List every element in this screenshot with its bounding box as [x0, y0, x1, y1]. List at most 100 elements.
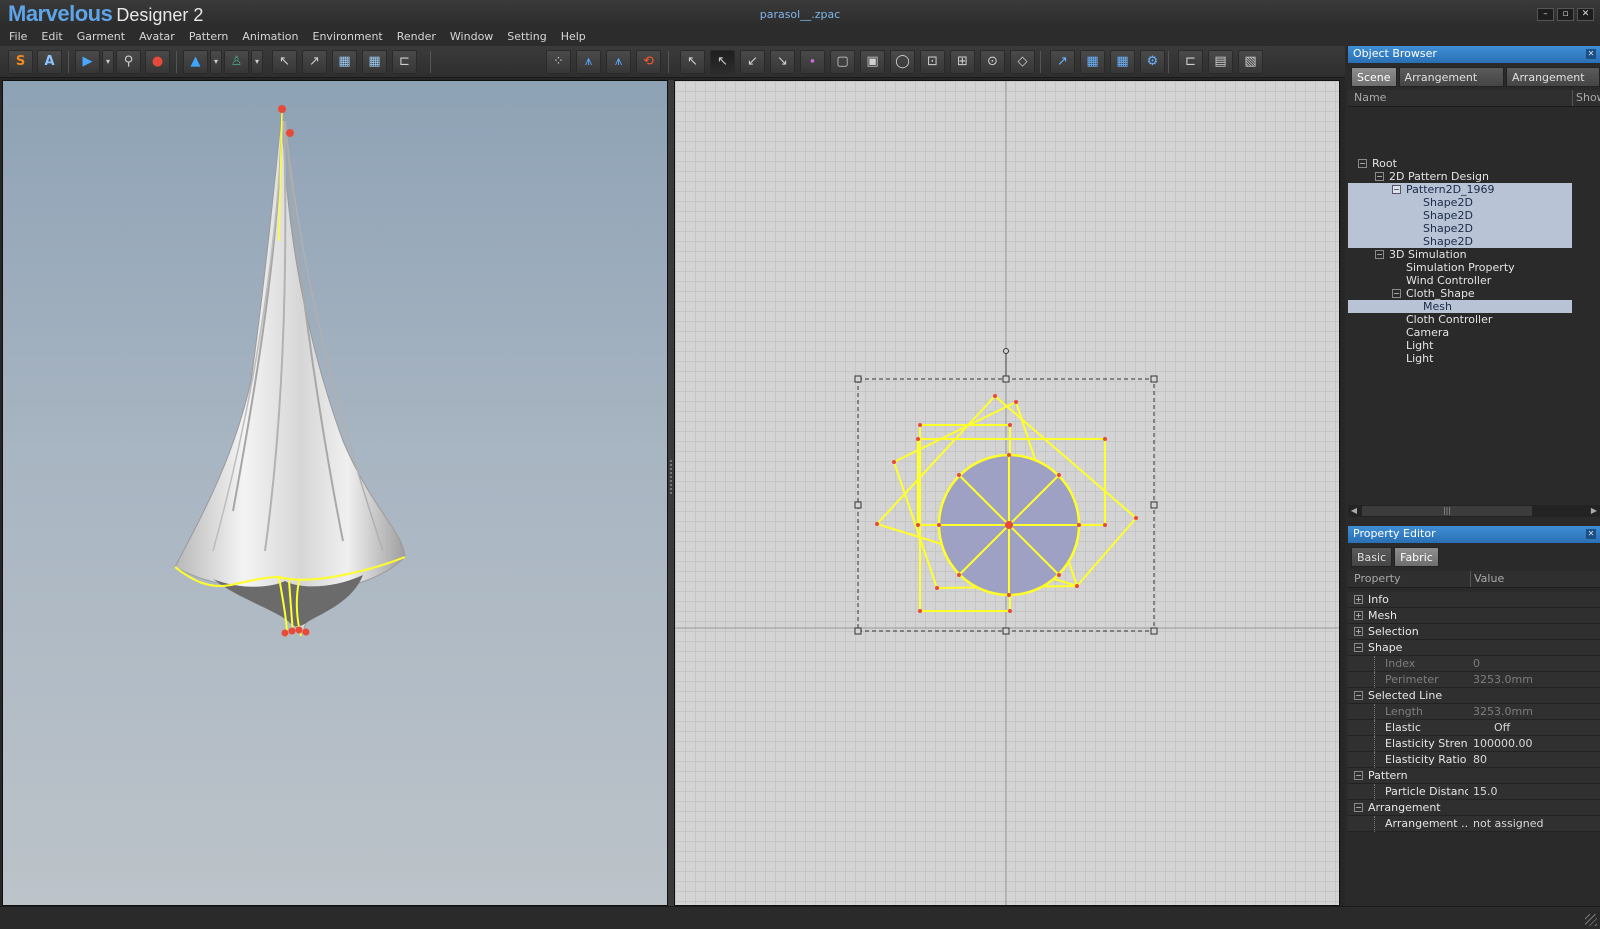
tree-toggle-icon[interactable]: − — [1392, 289, 1401, 298]
expand-toggle-icon[interactable]: − — [1354, 691, 1363, 700]
expand-toggle-icon[interactable]: − — [1354, 771, 1363, 780]
menu-edit[interactable]: Edit — [41, 28, 62, 46]
menu-avatar[interactable]: Avatar — [139, 28, 175, 46]
property-group[interactable]: − Shape — [1348, 640, 1600, 656]
tree-node[interactable]: − Pattern2D_1969 — [1348, 183, 1572, 196]
animation-mode-button[interactable]: A — [37, 50, 62, 74]
record-icon[interactable]: ● — [145, 50, 170, 74]
menu-animation[interactable]: Animation — [242, 28, 298, 46]
chevron-down-icon[interactable]: ▾ — [251, 50, 263, 74]
tree-node[interactable]: Shape2D — [1348, 209, 1572, 222]
tack-icon[interactable]: ⚙ — [1140, 50, 1165, 74]
tree-node[interactable]: Light — [1348, 352, 1572, 365]
edit-sewing-icon[interactable]: ▦ — [1110, 50, 1135, 74]
tab-fabric[interactable]: Fabric — [1394, 547, 1439, 567]
edit-curvature-icon[interactable]: ↙ — [740, 50, 765, 74]
expand-toggle-icon[interactable]: + — [1354, 611, 1363, 620]
tree-toggle-icon[interactable]: − — [1392, 185, 1401, 194]
fold-arrange-icon[interactable]: ▦ — [362, 50, 387, 74]
splitter-grip[interactable] — [670, 460, 672, 496]
column-property[interactable]: Property — [1354, 571, 1401, 587]
tree-node[interactable]: Shape2D — [1348, 235, 1572, 248]
expand-toggle-icon[interactable]: − — [1354, 803, 1363, 812]
texture-icon[interactable]: ▧ — [1238, 50, 1263, 74]
select-move-icon[interactable]: ↖ — [272, 50, 297, 74]
property-row[interactable]: Elasticity Stren...100000.00 — [1348, 736, 1600, 752]
tree-toggle-icon[interactable]: − — [1375, 250, 1384, 259]
property-group[interactable]: + Mesh — [1348, 608, 1600, 624]
rectangle-icon[interactable]: ▣ — [860, 50, 885, 74]
pin-2d-icon[interactable]: ⊏ — [1178, 50, 1203, 74]
viewport-2d-pattern[interactable] — [674, 80, 1340, 906]
property-row[interactable]: Perimeter 3253.0mm — [1348, 672, 1600, 688]
edit-pattern-icon[interactable]: ↖ — [710, 50, 735, 74]
add-point-icon[interactable]: ∙ — [800, 50, 825, 74]
reset-icon[interactable]: ⟲ — [636, 50, 661, 74]
tree-node[interactable]: Mesh — [1348, 300, 1572, 313]
free-sewing-icon[interactable]: ▦ — [1080, 50, 1105, 74]
scroll-right-icon[interactable]: ▶ — [1588, 505, 1600, 517]
tree-node[interactable]: −3D Simulation — [1348, 248, 1572, 261]
tree-node[interactable]: Simulation Property — [1348, 261, 1572, 274]
expand-toggle-icon[interactable]: − — [1354, 643, 1363, 652]
property-row[interactable]: Arrangement ... not assigned — [1348, 816, 1600, 832]
property-value[interactable]: not assigned — [1470, 816, 1600, 831]
property-group[interactable]: − Pattern — [1348, 768, 1600, 784]
garment-icon[interactable]: ▲ — [183, 50, 208, 74]
restore-button[interactable]: ▫ — [1557, 8, 1574, 21]
column-name[interactable]: Name — [1354, 90, 1386, 106]
property-row[interactable]: Elasticity Ratio 80 — [1348, 752, 1600, 768]
polygon-icon[interactable]: ▢ — [830, 50, 855, 74]
property-value[interactable]: 15.0 — [1470, 784, 1600, 799]
avatar-icon[interactable]: ♙ — [224, 50, 249, 74]
menu-pattern[interactable]: Pattern — [189, 28, 229, 46]
horizontal-scrollbar[interactable]: ◀ ||| ▶ — [1348, 505, 1600, 517]
scroll-left-icon[interactable]: ◀ — [1348, 505, 1360, 517]
tree-node[interactable]: Shape2D — [1348, 196, 1572, 209]
property-row[interactable]: Elastic Off — [1348, 720, 1600, 736]
property-row[interactable]: Length 3253.0mm — [1348, 704, 1600, 720]
tree-node[interactable]: Camera — [1348, 326, 1572, 339]
segment-sewing-icon[interactable]: ↗ — [1050, 50, 1075, 74]
tree-node[interactable]: − Cloth_Shape — [1348, 287, 1572, 300]
column-show[interactable]: Show — [1572, 90, 1600, 106]
menu-window[interactable]: Window — [450, 28, 493, 46]
close-icon[interactable]: ✕ — [1586, 49, 1596, 59]
resize-grip-icon[interactable] — [1585, 914, 1597, 926]
property-row[interactable]: Particle Distance15.0 — [1348, 784, 1600, 800]
expand-toggle-icon[interactable]: + — [1354, 595, 1363, 604]
tree-node[interactable]: Cloth Controller — [1348, 313, 1572, 326]
internal-rectangle-icon[interactable]: ⊞ — [950, 50, 975, 74]
scroll-thumb[interactable]: ||| — [1362, 506, 1532, 516]
menu-environment[interactable]: Environment — [313, 28, 383, 46]
walk-avatar-icon[interactable]: ⚲ — [116, 50, 141, 74]
property-group[interactable]: − Selected Line — [1348, 688, 1600, 704]
tree-node[interactable]: Wind Controller — [1348, 274, 1572, 287]
menu-setting[interactable]: Setting — [507, 28, 546, 46]
property-value[interactable]: 100000.00 — [1470, 736, 1600, 751]
internal-circle-icon[interactable]: ⊙ — [980, 50, 1005, 74]
menu-help[interactable]: Help — [561, 28, 586, 46]
select-mesh-icon[interactable]: ↗ — [302, 50, 327, 74]
chevron-down-icon[interactable]: ▾ — [102, 50, 114, 74]
minimize-button[interactable]: – — [1537, 8, 1554, 21]
tree-toggle-icon[interactable]: − — [1375, 172, 1384, 181]
pin-icon[interactable]: ⊏ — [392, 50, 417, 74]
arrangement-points-icon[interactable]: ⁘ — [546, 50, 571, 74]
play-simulation-icon[interactable]: ▶ — [75, 50, 100, 74]
symmetry-alt-icon[interactable]: ⩚ — [606, 50, 631, 74]
notes-icon[interactable]: ▤ — [1208, 50, 1233, 74]
menu-render[interactable]: Render — [397, 28, 436, 46]
property-group[interactable]: + Selection — [1348, 624, 1600, 640]
menu-file[interactable]: File — [9, 28, 27, 46]
tree-node[interactable]: −2D Pattern Design — [1348, 170, 1572, 183]
tab-arrangement-bv[interactable]: Arrangement BV — [1505, 67, 1600, 104]
property-group[interactable]: + Info — [1348, 592, 1600, 608]
tab-arrangement-point[interactable]: Arrangement Point — [1398, 67, 1504, 104]
simulation-mode-button[interactable]: S — [8, 50, 33, 74]
property-group[interactable]: − Arrangement — [1348, 800, 1600, 816]
menu-garment[interactable]: Garment — [77, 28, 125, 46]
circle-icon[interactable]: ◯ — [890, 50, 915, 74]
tree-node[interactable]: Light — [1348, 339, 1572, 352]
edit-curve-point-icon[interactable]: ↘ — [770, 50, 795, 74]
